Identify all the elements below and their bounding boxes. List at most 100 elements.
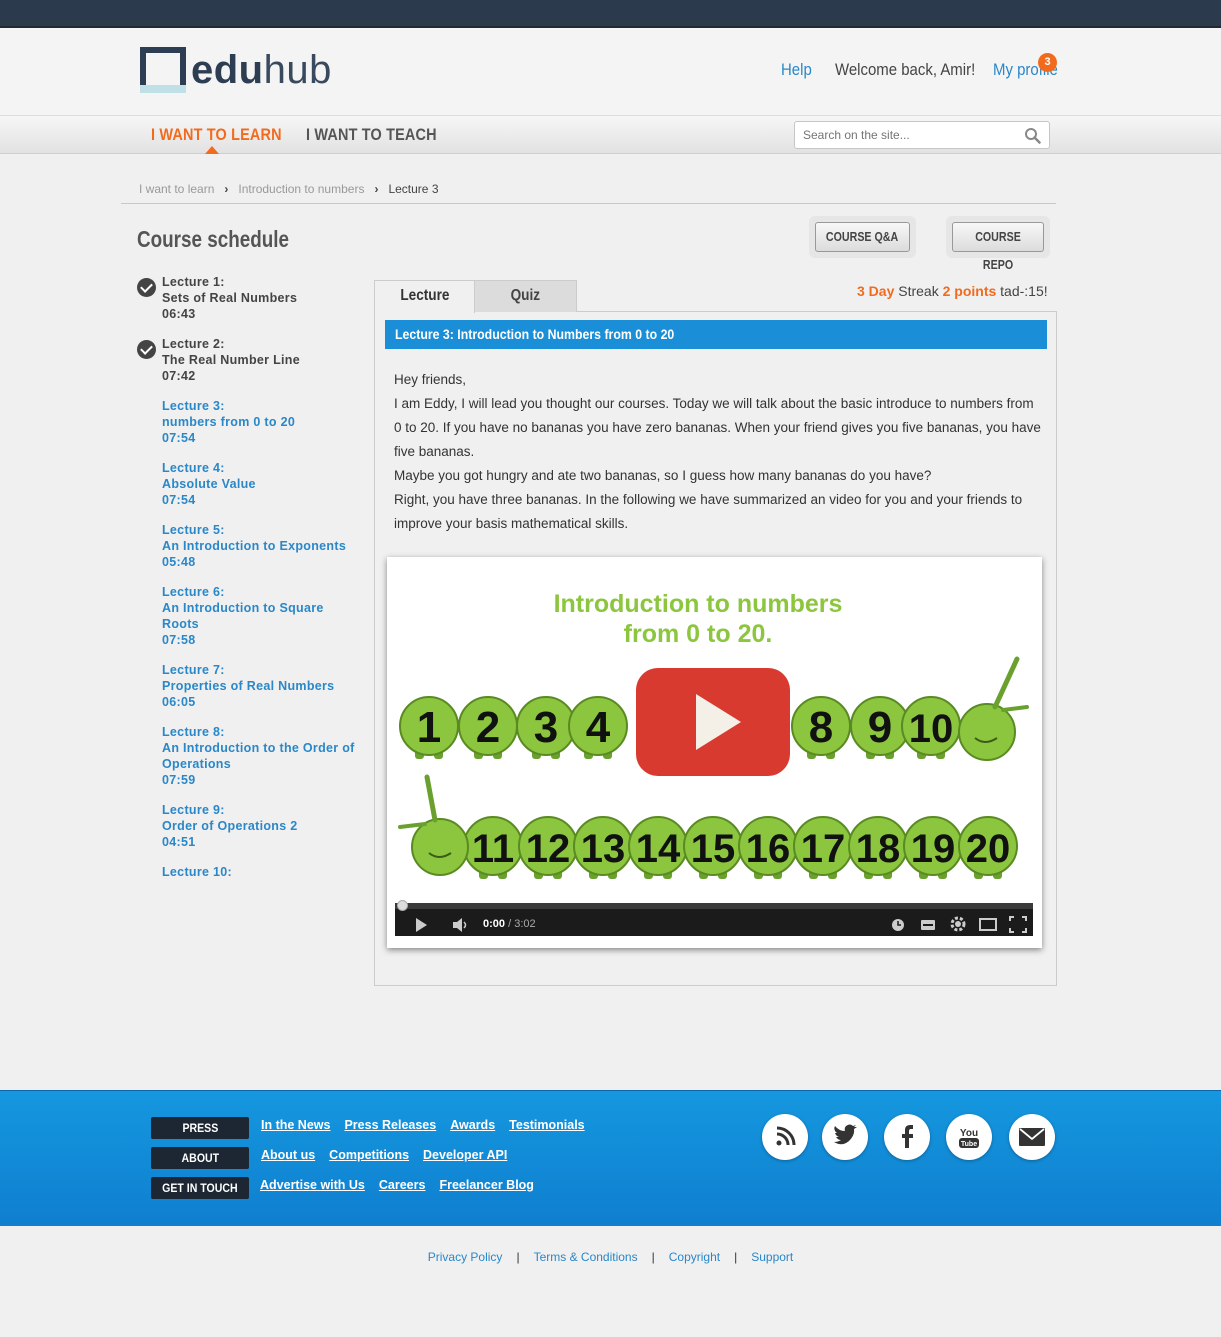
notification-badge[interactable]: 3 xyxy=(1038,53,1057,72)
svg-text:Tube: Tube xyxy=(961,1141,977,1148)
footer-link[interactable]: About us xyxy=(261,1148,315,1162)
number-segment: 20 xyxy=(958,816,1018,879)
lecture-time: 07:54 xyxy=(162,493,196,507)
lecture-time: 07:54 xyxy=(162,431,196,445)
video-title-line1: Introduction to numbers xyxy=(554,590,843,618)
lecture-name: numbers from 0 to 20 xyxy=(162,415,296,429)
lecture-item[interactable]: Lecture 1: Sets of Real Numbers 06:43 xyxy=(137,274,357,322)
captions-icon[interactable] xyxy=(920,919,936,931)
number-segment: 9 xyxy=(850,696,910,759)
logo-wordmark[interactable]: eduhub xyxy=(191,46,332,94)
lecture-item[interactable]: Lecture 6: An Introduction to Square Root… xyxy=(137,584,357,648)
svg-text:14: 14 xyxy=(636,827,681,871)
course-qa-button-frame: COURSE Q&A xyxy=(809,216,916,258)
number-segment: 1 xyxy=(399,696,459,759)
footer-link[interactable]: Testimonials xyxy=(509,1118,584,1132)
logo-mark[interactable] xyxy=(140,47,186,93)
breadcrumb-current: Lecture 3 xyxy=(388,182,439,196)
facebook-icon[interactable] xyxy=(884,1114,930,1160)
footer-press-label: PRESS xyxy=(151,1117,249,1139)
caterpillar-head-left xyxy=(398,774,469,876)
fullscreen-icon[interactable] xyxy=(1009,916,1027,933)
lecture-paragraph: Hey friends, xyxy=(394,372,467,387)
lecture-num: Lecture 6: xyxy=(162,585,225,599)
footer-about-label: ABOUT xyxy=(151,1147,249,1169)
video-progress-bar[interactable] xyxy=(395,903,1033,909)
footer-link[interactable]: In the News xyxy=(261,1118,330,1132)
lecture-time: 06:43 xyxy=(162,307,196,321)
breadcrumb-item[interactable]: Introduction to numbers xyxy=(238,182,364,196)
svg-text:3: 3 xyxy=(534,703,558,752)
theater-mode-icon[interactable] xyxy=(979,918,997,931)
twitter-icon[interactable] xyxy=(822,1114,868,1160)
rss-icon[interactable] xyxy=(762,1114,808,1160)
footer-link[interactable]: Freelancer Blog xyxy=(439,1178,533,1192)
lecture-item[interactable]: Lecture 8: An Introduction to the Order o… xyxy=(137,724,357,788)
search-input[interactable] xyxy=(803,126,1013,144)
search-icon[interactable] xyxy=(1024,127,1041,144)
lecture-num: Lecture 3: xyxy=(162,399,225,413)
number-segment: 13 xyxy=(573,816,633,879)
number-segment: 2 xyxy=(458,696,518,759)
video-frame[interactable]: Introduction to numbers from 0 to 20. 12… xyxy=(395,562,1033,903)
lecture-name: Properties of Real Numbers xyxy=(162,679,335,693)
footer-link[interactable]: Press Releases xyxy=(344,1118,436,1132)
number-segment: 11 xyxy=(463,816,523,879)
number-segment: 19 xyxy=(903,816,963,879)
watch-later-icon[interactable] xyxy=(891,918,905,932)
footer-links-contact: Advertise with Us Careers Freelancer Blog xyxy=(260,1178,548,1192)
chevron-right-icon: › xyxy=(374,182,379,196)
lecture-item[interactable]: Lecture 2: The Real Number Line 07:42 xyxy=(137,336,357,384)
lecture-item[interactable]: Lecture 7: Properties of Real Numbers 06:0… xyxy=(137,662,357,710)
nav-learn[interactable]: I WANT TO LEARN xyxy=(151,125,282,145)
support-link[interactable]: Support xyxy=(751,1250,793,1264)
top-strip xyxy=(0,0,1221,28)
nav-teach[interactable]: I WANT TO TEACH xyxy=(306,125,437,145)
footer-link[interactable]: Advertise with Us xyxy=(260,1178,365,1192)
lecture-num: Lecture 8: xyxy=(162,725,225,739)
footer-links-press: In the News Press Releases Awards Testimoni… xyxy=(261,1118,599,1132)
gear-icon[interactable] xyxy=(950,916,966,932)
lecture-paragraph: I am Eddy, I will lead you thought our c… xyxy=(394,396,1041,459)
lecture-name: Absolute Value xyxy=(162,477,256,491)
youtube-icon[interactable]: You Tube xyxy=(946,1114,992,1160)
copyright-link[interactable]: Copyright xyxy=(669,1250,720,1264)
footer-link[interactable]: Competitions xyxy=(329,1148,409,1162)
course-qa-button[interactable]: COURSE Q&A xyxy=(815,222,910,252)
number-segment: 15 xyxy=(683,816,743,879)
schedule-title: Course schedule xyxy=(137,226,289,252)
lecture-item[interactable]: Lecture 4: Absolute Value 07:54 xyxy=(137,460,357,508)
svg-text:15: 15 xyxy=(691,827,736,871)
divider xyxy=(121,203,1056,204)
lecture-name: The Real Number Line xyxy=(162,353,300,367)
footer-link[interactable]: Developer API xyxy=(423,1148,507,1162)
check-circle-icon xyxy=(137,340,156,359)
lecture-item[interactable]: Lecture 10: xyxy=(137,864,357,880)
footer-link[interactable]: Awards xyxy=(450,1118,495,1132)
terms-link[interactable]: Terms & Conditions xyxy=(534,1250,638,1264)
help-link[interactable]: Help xyxy=(781,60,812,80)
lecture-body: Hey friends, I am Eddy, I will lead you … xyxy=(394,368,1044,536)
lecture-num: Lecture 4: xyxy=(162,461,225,475)
breadcrumb-item[interactable]: I want to learn xyxy=(139,182,214,196)
lecture-heading: Lecture 3: Introduction to Numbers from … xyxy=(385,320,1047,349)
play-small-icon[interactable] xyxy=(413,917,429,933)
privacy-link[interactable]: Privacy Policy xyxy=(428,1250,503,1264)
lecture-item[interactable]: Lecture 5: An Introduction to Exponents 05… xyxy=(137,522,357,570)
volume-icon[interactable] xyxy=(452,917,470,933)
search-box[interactable] xyxy=(794,121,1050,149)
course-repo-button[interactable]: COURSE REPO xyxy=(952,222,1044,272)
footer-links-about: About us Competitions Developer API xyxy=(261,1148,521,1162)
tab-lecture[interactable]: Lecture xyxy=(374,280,475,313)
footer-link[interactable]: Careers xyxy=(379,1178,426,1192)
mail-icon[interactable] xyxy=(1009,1114,1055,1160)
svg-text:12: 12 xyxy=(526,827,571,871)
lecture-time: 07:42 xyxy=(162,369,196,383)
svg-text:20: 20 xyxy=(966,827,1011,871)
tab-quiz[interactable]: Quiz xyxy=(474,280,577,312)
lecture-item[interactable]: Lecture 9: Order of Operations 2 04:51 xyxy=(137,802,357,850)
play-icon[interactable] xyxy=(636,668,790,776)
video-scrubber[interactable] xyxy=(397,900,408,911)
lecture-name: An Introduction to Exponents xyxy=(162,539,347,553)
lecture-item[interactable]: Lecture 3: numbers from 0 to 20 07:54 xyxy=(137,398,357,446)
